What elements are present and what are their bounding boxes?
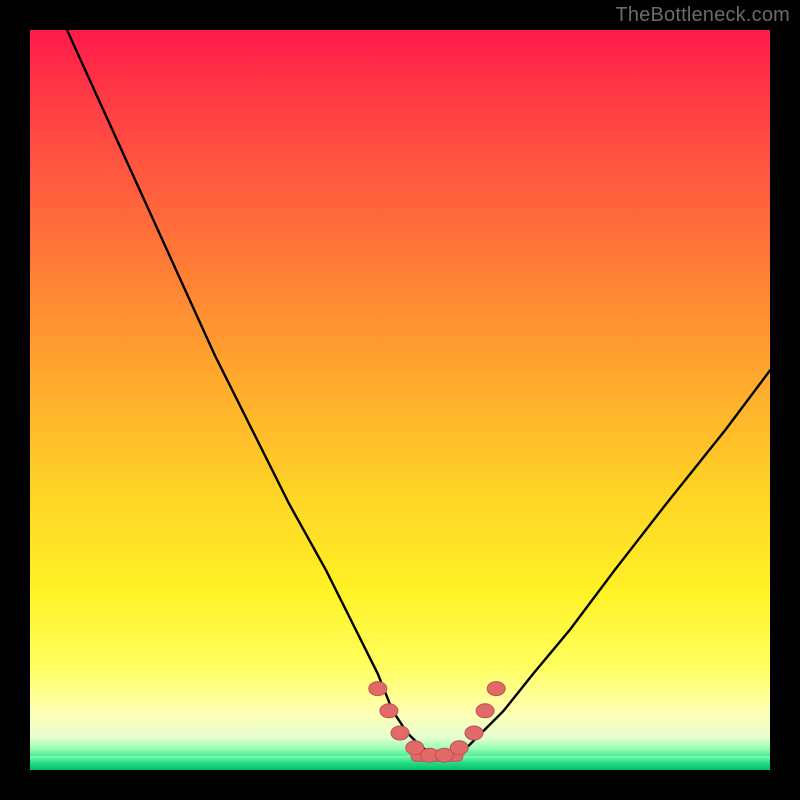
curve-group bbox=[67, 30, 770, 755]
trough-marker bbox=[380, 704, 398, 718]
trough-marker bbox=[369, 682, 387, 696]
trough-marker bbox=[450, 741, 468, 755]
bottleneck-curve-svg bbox=[30, 30, 770, 770]
chart-frame: TheBottleneck.com bbox=[0, 0, 800, 800]
trough-marker bbox=[391, 726, 409, 740]
plot-area bbox=[30, 30, 770, 770]
trough-marker bbox=[476, 704, 494, 718]
trough-marker bbox=[465, 726, 483, 740]
trough-markers bbox=[369, 682, 505, 763]
watermark-text: TheBottleneck.com bbox=[615, 4, 790, 27]
trough-marker bbox=[487, 682, 505, 696]
bottleneck-curve-path bbox=[67, 30, 770, 755]
